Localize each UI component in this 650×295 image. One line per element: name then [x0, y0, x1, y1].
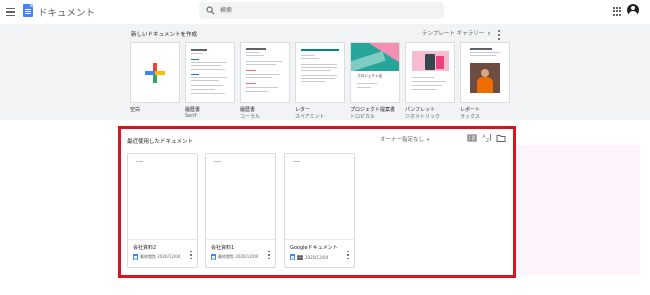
document-more-icon[interactable]: [346, 251, 350, 259]
template-report-luxe[interactable]: レポート ラックス: [460, 42, 510, 120]
document-title: 会社資料1: [211, 245, 235, 251]
document-date: 2020/12/04: [305, 254, 329, 260]
svg-text:Z: Z: [486, 138, 489, 143]
document-meta: 最終閲覧 2020/12/04: [211, 254, 258, 260]
document-card[interactable]: 会社資料1 最終閲覧 2020/12/04: [205, 153, 276, 268]
document-card[interactable]: 会社資料2 最終閲覧 2020/12/04: [127, 153, 198, 268]
account-avatar[interactable]: [627, 4, 639, 16]
template-name: 履歴書: [240, 107, 256, 113]
document-info: 会社資料2 最終閲覧 2020/12/04: [128, 240, 197, 267]
template-blank[interactable]: 空白: [130, 42, 180, 113]
docs-file-icon: [133, 254, 138, 260]
folder-icon[interactable]: [496, 133, 506, 143]
app-header: ドキュメント: [0, 0, 650, 24]
document-preview[interactable]: [206, 154, 275, 240]
document-info: 会社資料1 最終閲覧 2020/12/04: [206, 240, 275, 267]
app-title[interactable]: ドキュメント: [38, 5, 95, 19]
dropdown-arrow-icon: ▾: [427, 138, 430, 143]
owner-filter-label: オーナー指定なし: [380, 137, 425, 143]
template-gallery: 新しいドキュメントを作成 テンプレート ギャラリー⇕ 空白 履歴書 Serif: [0, 24, 650, 120]
template-thumbnail[interactable]: [240, 42, 290, 103]
document-date: 最終閲覧 2020/12/04: [218, 254, 259, 259]
document-more-icon[interactable]: [189, 251, 193, 259]
template-cover-photo: [470, 63, 500, 93]
template-thumbnail[interactable]: [460, 42, 510, 103]
document-date: 最終閲覧 2020/12/04: [140, 254, 181, 259]
document-meta: 最終閲覧 2020/12/04: [133, 254, 180, 260]
plus-icon: [145, 63, 165, 83]
recent-documents-heading: 最近使用したドキュメント: [127, 139, 194, 145]
template-style: Serif: [185, 113, 197, 119]
template-name: プロジェクト提案書: [350, 107, 396, 113]
recent-background: [516, 145, 640, 275]
template-style: ラックス: [460, 114, 480, 120]
template-gallery-label: テンプレート ギャラリー: [422, 31, 485, 37]
template-resume-serif[interactable]: 履歴書 Serif: [185, 42, 235, 119]
search-icon[interactable]: [206, 6, 215, 15]
docs-logo-icon[interactable]: [23, 4, 33, 17]
document-more-icon[interactable]: [267, 251, 271, 259]
document-title: 会社資料2: [133, 245, 157, 251]
template-name: 空白: [130, 107, 141, 113]
document-title: Googleドキュメント: [290, 245, 338, 251]
main-menu-icon[interactable]: [4, 5, 18, 19]
document-preview[interactable]: [128, 154, 197, 240]
document-meta: 2020/12/04: [290, 254, 328, 260]
template-thumbnail[interactable]: [405, 42, 455, 103]
template-name: レポート: [460, 107, 481, 113]
template-thumbnail[interactable]: プロジェクト名: [350, 42, 400, 103]
template-brochure-geometric[interactable]: パンフレット ジオメトリック: [405, 42, 455, 120]
google-apps-icon[interactable]: [613, 7, 622, 16]
template-thumbnail[interactable]: [130, 42, 180, 103]
docs-file-icon: [290, 254, 295, 260]
search-bar[interactable]: [199, 2, 444, 19]
template-thumbnail[interactable]: [185, 42, 235, 103]
template-name: パンフレット: [405, 107, 436, 113]
template-name: レター: [295, 107, 311, 113]
template-style: トロピカル: [350, 114, 376, 120]
template-name: 履歴書: [185, 107, 201, 113]
template-thumbnail-title: プロジェクト名: [357, 74, 383, 78]
new-document-heading: 新しいドキュメントを作成: [131, 32, 198, 38]
sort-az-icon[interactable]: A Z: [482, 133, 492, 143]
recent-documents-section: 最近使用したドキュメント オーナー指定なし ▾ A Z 会社資料2 最終閲覧 20…: [118, 126, 516, 278]
template-more-icon[interactable]: [497, 30, 501, 40]
docs-file-icon: [211, 254, 216, 260]
search-input[interactable]: [220, 3, 430, 18]
template-gallery-toggle[interactable]: テンプレート ギャラリー ⇕: [422, 29, 491, 37]
template-cover-graphic: [351, 43, 399, 71]
document-preview[interactable]: [285, 154, 354, 240]
document-info: Googleドキュメント 2020/12/04: [285, 240, 354, 267]
list-view-icon[interactable]: [467, 133, 477, 143]
template-style: コーラル: [240, 114, 261, 120]
document-card[interactable]: Googleドキュメント 2020/12/04: [284, 153, 355, 268]
template-project-proposal[interactable]: プロジェクト名 プロジェクト提案書 トロピカル: [350, 42, 400, 120]
owner-filter-dropdown[interactable]: オーナー指定なし ▾: [380, 135, 429, 143]
template-letter-spearmint[interactable]: レター スペアミント: [295, 42, 345, 120]
unfold-icon: ⇕: [487, 32, 491, 37]
template-thumbnail[interactable]: [295, 42, 345, 103]
template-style: ジオメトリック: [405, 114, 441, 120]
template-style: スペアミント: [295, 114, 325, 120]
shared-people-icon: [297, 254, 303, 260]
template-resume-coral[interactable]: 履歴書 コーラル: [240, 42, 290, 120]
